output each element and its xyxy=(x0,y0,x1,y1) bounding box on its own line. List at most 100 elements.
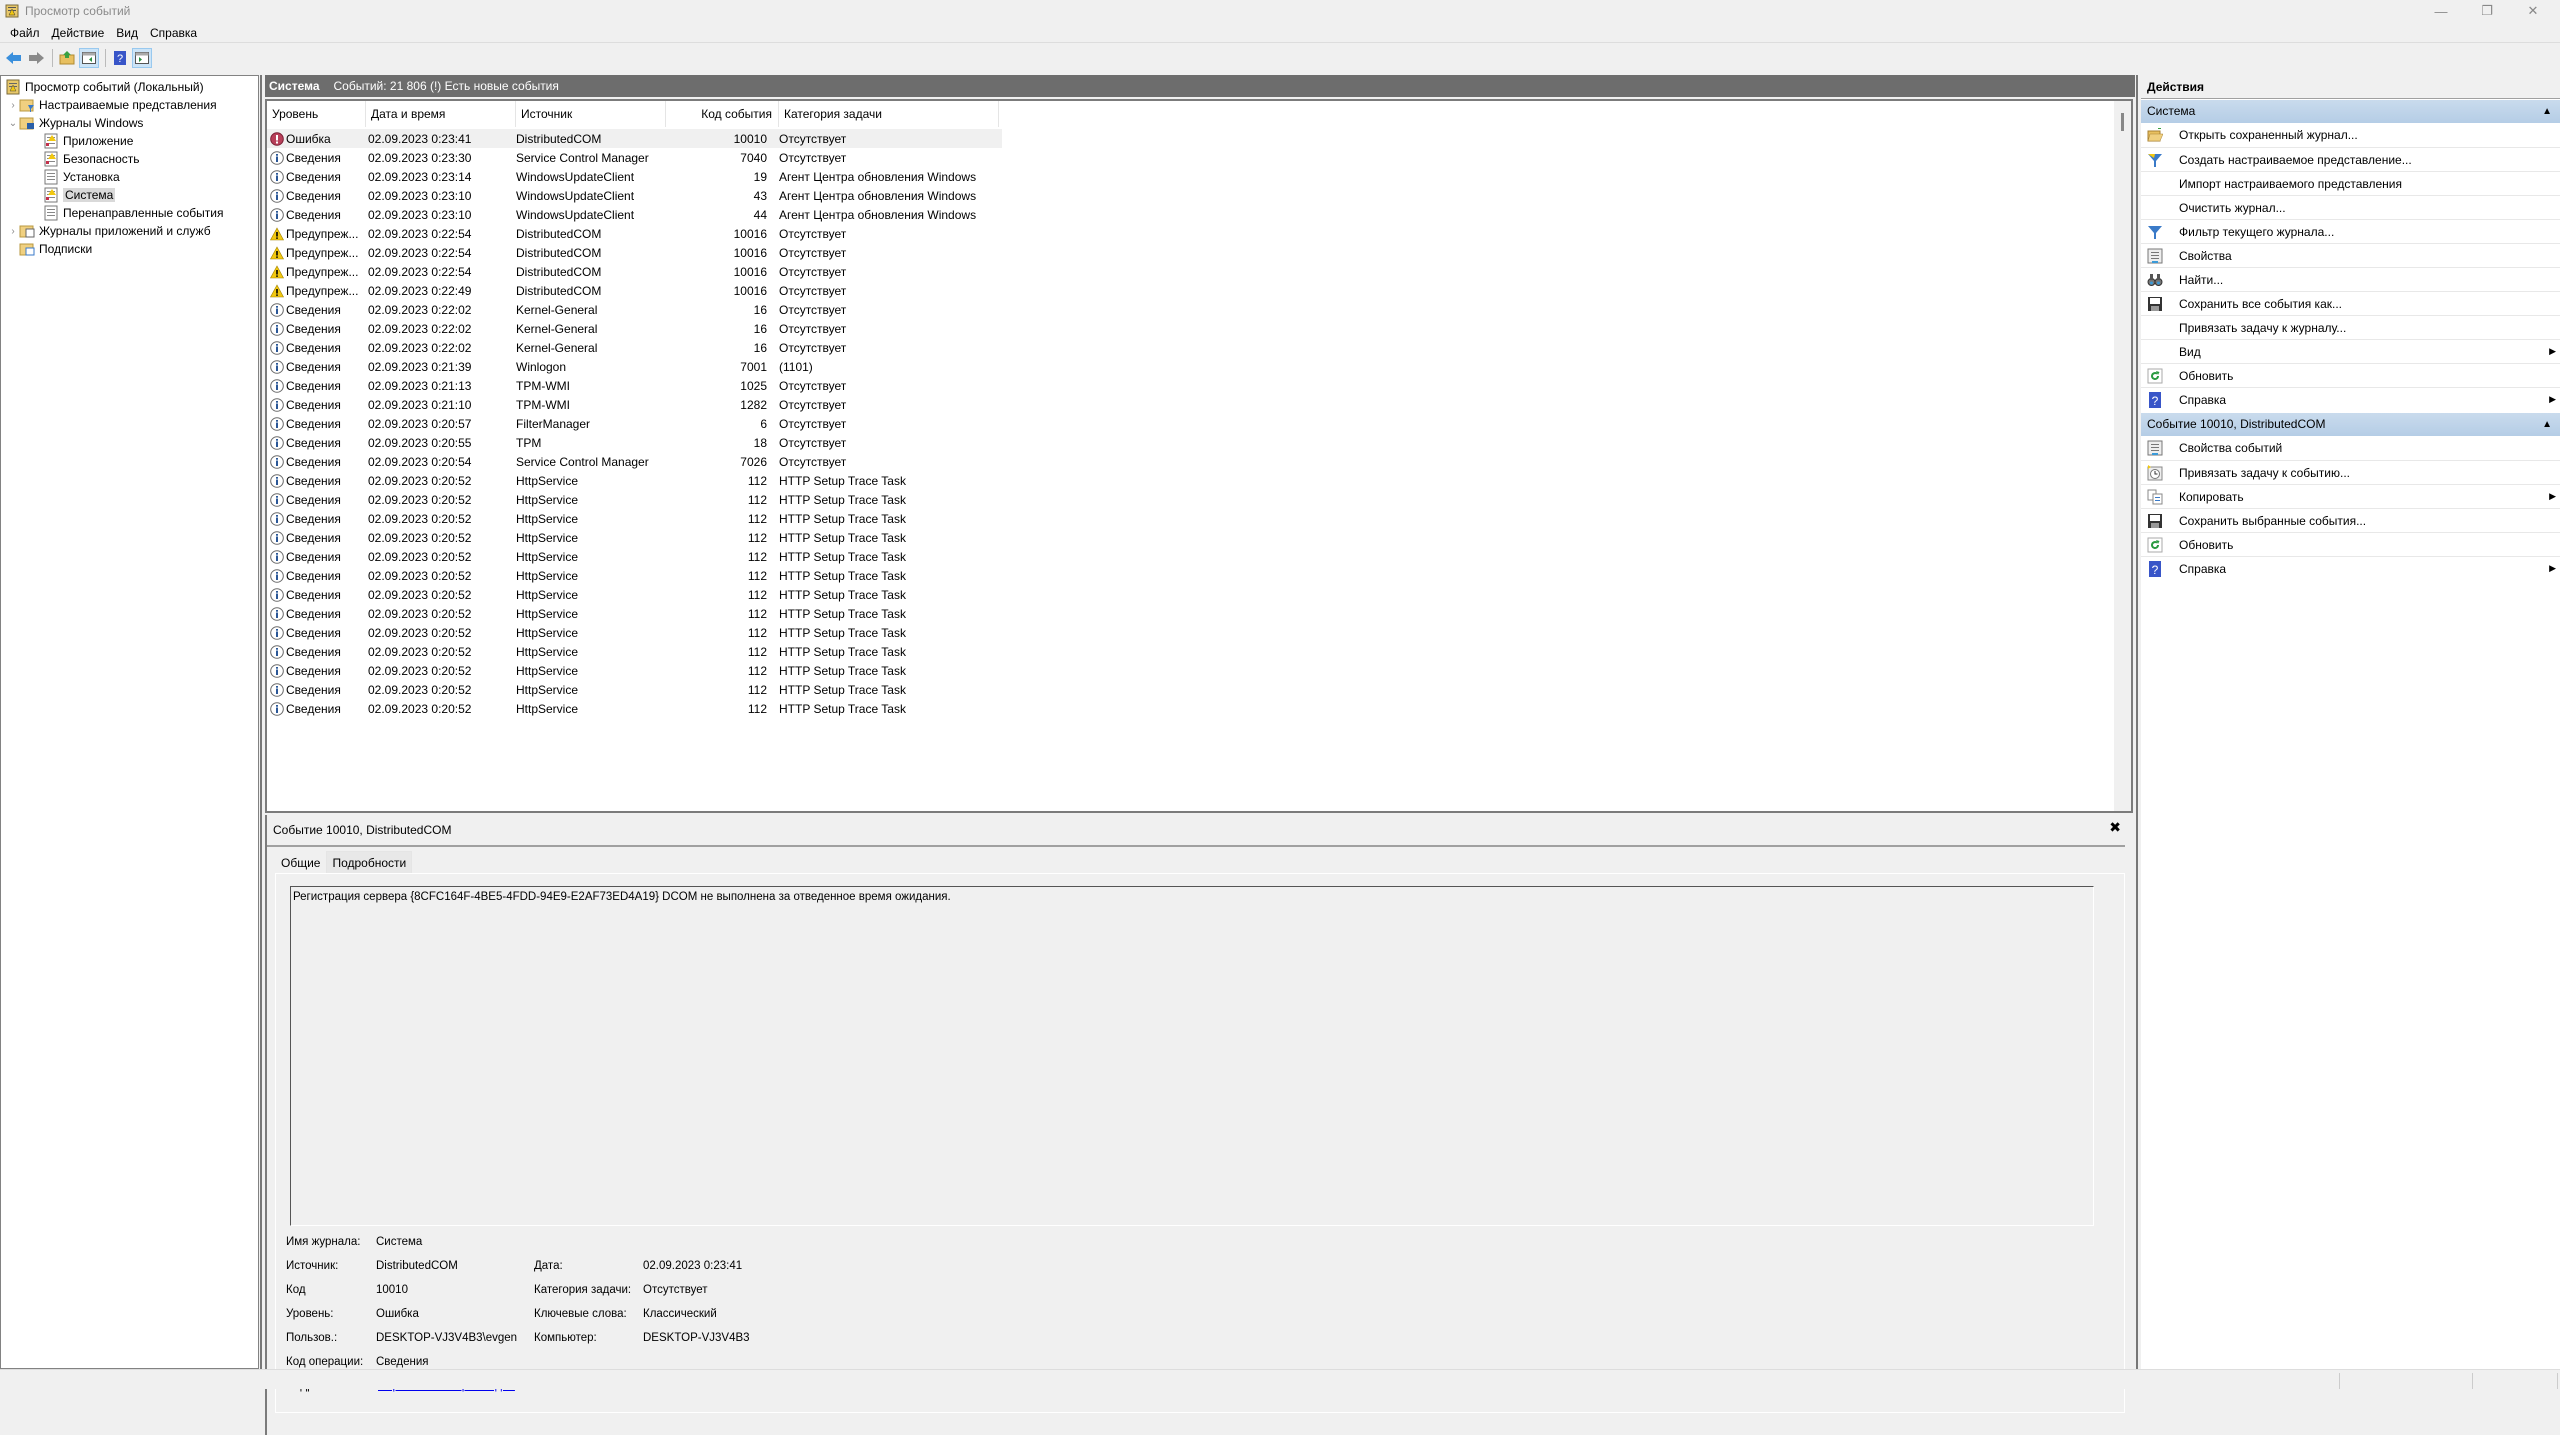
svg-text:?: ? xyxy=(2152,563,2159,577)
action-item[interactable]: Очистить журнал... xyxy=(2141,195,2560,219)
table-row[interactable]: Сведения 02.09.2023 0:23:10 WindowsUpdateC… xyxy=(267,205,1002,224)
table-row[interactable]: Предупреж... 02.09.2023 0:22:54 Distribute… xyxy=(267,262,1002,281)
tree-root[interactable]: Просмотр событий (Локальный) xyxy=(5,78,204,96)
table-row[interactable]: Ошибка 02.09.2023 0:23:41 DistributedCOM 10… xyxy=(267,129,1002,148)
menu-file[interactable]: Файл xyxy=(4,26,46,40)
table-row[interactable]: Сведения 02.09.2023 0:21:39 Winlogon 7001 (1… xyxy=(267,357,1002,376)
cell-task-category: Отсутствует xyxy=(779,283,847,298)
tree-item-app-service-logs[interactable]: › Журналы приложений и служб xyxy=(7,222,210,240)
col-level[interactable]: Уровень xyxy=(267,101,366,127)
col-source[interactable]: Источник xyxy=(516,101,666,127)
table-row[interactable]: Сведения 02.09.2023 0:20:52 HttpService 112… xyxy=(267,528,1002,547)
table-row[interactable]: Сведения 02.09.2023 0:21:10 TPM-WMI 1282 Отс… xyxy=(267,395,1002,414)
action-item[interactable]: Открыть сохраненный журнал... xyxy=(2141,123,2560,147)
table-row[interactable]: Сведения 02.09.2023 0:20:54 Service Contro… xyxy=(267,452,1002,471)
col-event-id[interactable]: Код события xyxy=(666,101,779,127)
tree-item-security[interactable]: Безопасность xyxy=(43,150,140,168)
action-item[interactable]: Найти... xyxy=(2141,267,2560,291)
action-item[interactable]: Привязать задачу к журналу... xyxy=(2141,315,2560,339)
action-item[interactable]: Импорт настраиваемого представления xyxy=(2141,171,2560,195)
collapse-icon[interactable]: ⌄ xyxy=(7,118,19,129)
table-row[interactable]: Сведения 02.09.2023 0:20:57 FilterManager 6… xyxy=(267,414,1002,433)
table-row[interactable]: Сведения 02.09.2023 0:22:02 Kernel-General… xyxy=(267,300,1002,319)
minimize-button[interactable]: — xyxy=(2418,0,2464,22)
table-row[interactable]: Сведения 02.09.2023 0:23:30 Service Contro… xyxy=(267,148,1002,167)
help-button[interactable]: ? xyxy=(110,48,130,68)
scrollbar-thumb[interactable] xyxy=(2121,113,2124,131)
action-item[interactable]: ? Справка ▶ xyxy=(2141,387,2560,411)
action-item[interactable]: Свойства событий xyxy=(2141,436,2560,460)
expand-icon[interactable]: › xyxy=(7,100,19,111)
action-item[interactable]: Свойства xyxy=(2141,243,2560,267)
table-row[interactable]: Сведения 02.09.2023 0:20:52 HttpService 112… xyxy=(267,642,1002,661)
tree-item-custom-views[interactable]: › Настраиваемые представления xyxy=(7,96,217,114)
table-row[interactable]: Сведения 02.09.2023 0:20:52 HttpService 112… xyxy=(267,509,1002,528)
table-row[interactable]: Сведения 02.09.2023 0:23:10 WindowsUpdateC… xyxy=(267,186,1002,205)
table-row[interactable]: Сведения 02.09.2023 0:22:02 Kernel-General… xyxy=(267,319,1002,338)
action-item[interactable]: Привязать задачу к событию... xyxy=(2141,460,2560,484)
right-splitter[interactable] xyxy=(2136,75,2140,1369)
table-row[interactable]: Сведения 02.09.2023 0:20:52 HttpService 112… xyxy=(267,547,1002,566)
table-row[interactable]: Предупреж... 02.09.2023 0:22:54 Distribute… xyxy=(267,224,1002,243)
action-item[interactable]: Сохранить все события как... xyxy=(2141,291,2560,315)
event-message[interactable]: Регистрация сервера {8CFC164F-4BE5-4FDD-… xyxy=(290,886,2094,1226)
action-label: Копировать xyxy=(2179,489,2244,504)
action-item[interactable]: Создать настраиваемое представление... xyxy=(2141,147,2560,171)
table-row[interactable]: Сведения 02.09.2023 0:20:52 HttpService 112… xyxy=(267,471,1002,490)
table-row[interactable]: Сведения 02.09.2023 0:20:52 HttpService 112… xyxy=(267,680,1002,699)
table-row[interactable]: Сведения 02.09.2023 0:22:02 Kernel-General… xyxy=(267,338,1002,357)
save-icon xyxy=(2147,296,2163,312)
tab-general[interactable]: Общие xyxy=(275,851,327,873)
action-item[interactable]: Копировать ▶ xyxy=(2141,484,2560,508)
action-item[interactable]: Обновить xyxy=(2141,363,2560,387)
table-row[interactable]: Сведения 02.09.2023 0:21:13 TPM-WMI 1025 Отс… xyxy=(267,376,1002,395)
table-row[interactable]: Сведения 02.09.2023 0:20:55 TPM 18 Отсутству… xyxy=(267,433,1002,452)
action-item[interactable]: ? Справка ▶ xyxy=(2141,556,2560,580)
collapse-section-icon[interactable]: ▲ xyxy=(2542,413,2552,436)
table-row[interactable]: Сведения 02.09.2023 0:20:52 HttpService 112… xyxy=(267,566,1002,585)
table-row[interactable]: Сведения 02.09.2023 0:20:52 HttpService 112… xyxy=(267,490,1002,509)
col-date[interactable]: Дата и время xyxy=(366,101,516,127)
tree-item-system[interactable]: Система xyxy=(43,186,116,204)
action-item[interactable]: Фильтр текущего журнала... xyxy=(2141,219,2560,243)
actions-section-header[interactable]: Событие 10010, DistributedCOM ▲ xyxy=(2141,413,2560,436)
close-button[interactable]: ✕ xyxy=(2510,0,2556,22)
tree-item-application[interactable]: Приложение xyxy=(43,132,133,150)
tree-item-windows-logs[interactable]: ⌄ Журналы Windows xyxy=(7,114,144,132)
actions-section-header[interactable]: Система ▲ xyxy=(2141,100,2560,123)
col-task-category[interactable]: Категория задачи xyxy=(779,101,999,127)
collapse-section-icon[interactable]: ▲ xyxy=(2542,100,2552,123)
action-item[interactable]: Вид ▶ xyxy=(2141,339,2560,363)
cell-event-id: 112 xyxy=(747,625,767,640)
detail-close-icon[interactable]: ✖ xyxy=(2109,819,2121,836)
tree-item-setup[interactable]: Установка xyxy=(43,168,120,186)
table-row[interactable]: Сведения 02.09.2023 0:20:52 HttpService 112… xyxy=(267,699,1002,718)
maximize-button[interactable]: ❐ xyxy=(2464,0,2510,22)
cell-source: HttpService xyxy=(516,473,579,488)
table-row[interactable]: Сведения 02.09.2023 0:20:52 HttpService 112… xyxy=(267,604,1002,623)
table-row[interactable]: Сведения 02.09.2023 0:20:52 HttpService 112… xyxy=(267,585,1002,604)
expand-icon[interactable]: › xyxy=(7,226,19,237)
action-item[interactable]: Обновить xyxy=(2141,532,2560,556)
action-item[interactable]: Сохранить выбранные события... xyxy=(2141,508,2560,532)
menu-help[interactable]: Справка xyxy=(144,26,203,40)
keywords-label: Ключевые слова: xyxy=(534,1308,627,1320)
back-button[interactable] xyxy=(4,48,24,68)
cell-source: Service Control Manager xyxy=(516,454,649,469)
table-row[interactable]: Сведения 02.09.2023 0:20:52 HttpService 112… xyxy=(267,623,1002,642)
left-splitter[interactable] xyxy=(260,75,264,1369)
tree-item-forwarded-events[interactable]: Перенаправленные события xyxy=(43,204,223,222)
tab-details[interactable]: Подробности xyxy=(326,851,413,873)
tree-item-subscriptions[interactable]: Подписки xyxy=(19,240,92,258)
table-row[interactable]: Предупреж... 02.09.2023 0:22:49 Distribute… xyxy=(267,281,1002,300)
table-row[interactable]: Предупреж... 02.09.2023 0:22:54 Distribute… xyxy=(267,243,1002,262)
menu-action[interactable]: Действие xyxy=(46,26,111,40)
menu-view[interactable]: Вид xyxy=(110,26,144,40)
show-hide-action-pane-button[interactable] xyxy=(132,48,152,68)
table-row[interactable]: Сведения 02.09.2023 0:20:52 HttpService 112… xyxy=(267,661,1002,680)
up-button[interactable] xyxy=(57,48,77,68)
forward-button[interactable] xyxy=(26,48,46,68)
table-row[interactable]: Сведения 02.09.2023 0:23:14 WindowsUpdateC… xyxy=(267,167,1002,186)
show-hide-tree-button[interactable] xyxy=(79,48,99,68)
vertical-scrollbar[interactable] xyxy=(2114,101,2131,811)
